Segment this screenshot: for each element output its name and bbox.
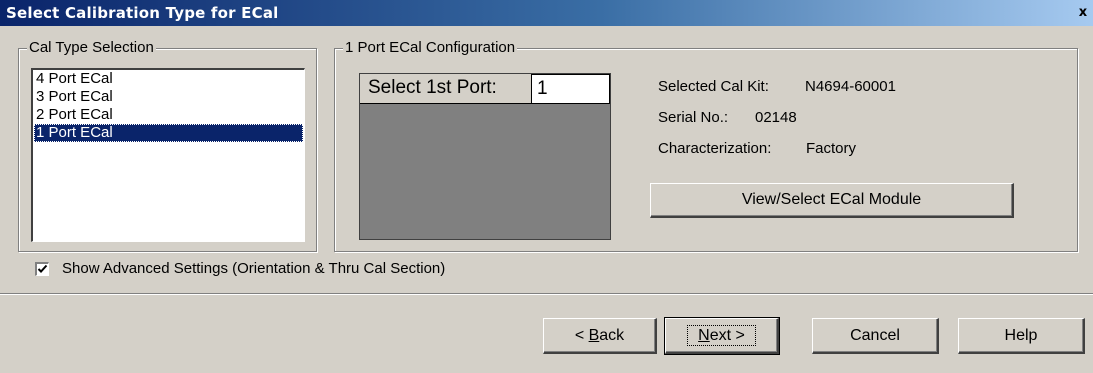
port-selection-panel: Select 1st Port: 1 bbox=[359, 73, 611, 240]
back-button-mnemonic: B bbox=[588, 327, 600, 344]
cal-type-group-legend: Cal Type Selection bbox=[27, 39, 156, 56]
title-bar: Select Calibration Type for ECal x bbox=[0, 0, 1093, 26]
serial-label: Serial No.: bbox=[658, 109, 729, 126]
cancel-button[interactable]: Cancel bbox=[812, 318, 939, 354]
separator-highlight bbox=[0, 294, 1093, 295]
back-button-prefix: < bbox=[574, 327, 589, 344]
serial-value: 02148 bbox=[755, 109, 797, 126]
list-item-1-port[interactable]: 1 Port ECal bbox=[34, 124, 303, 142]
cal-kit-value: N4694-60001 bbox=[805, 78, 896, 95]
help-button-label: Help bbox=[1004, 327, 1038, 344]
back-button[interactable]: < Back bbox=[543, 318, 657, 354]
list-item-3-port[interactable]: 3 Port ECal bbox=[34, 88, 303, 106]
list-item-2-port[interactable]: 2 Port ECal bbox=[34, 106, 303, 124]
show-advanced-label[interactable]: Show Advanced Settings (Orientation & Th… bbox=[62, 260, 445, 277]
select-port-label: Select 1st Port: bbox=[360, 74, 532, 104]
port-value-field[interactable]: 1 bbox=[532, 74, 610, 104]
back-button-rest: ack bbox=[599, 327, 625, 344]
characterization-value: Factory bbox=[806, 140, 857, 157]
next-button-mnemonic: N bbox=[698, 327, 710, 344]
next-button[interactable]: Next > bbox=[664, 317, 780, 355]
characterization-label: Characterization: bbox=[658, 140, 772, 157]
view-select-ecal-button[interactable]: View/Select ECal Module bbox=[650, 183, 1014, 218]
close-icon[interactable]: x bbox=[1075, 5, 1091, 21]
cancel-button-label: Cancel bbox=[850, 327, 900, 344]
window-title: Select Calibration Type for ECal bbox=[6, 4, 279, 22]
help-button[interactable]: Help bbox=[958, 318, 1085, 354]
cal-kit-label: Selected Cal Kit: bbox=[658, 78, 769, 95]
checkmark-icon bbox=[37, 264, 48, 273]
config-group-legend: 1 Port ECal Configuration bbox=[343, 39, 518, 56]
next-button-rest: ext > bbox=[709, 327, 745, 344]
cal-type-listbox[interactable]: 4 Port ECal 3 Port ECal 2 Port ECal 1 Po… bbox=[31, 68, 305, 242]
view-select-ecal-button-label: View/Select ECal Module bbox=[741, 191, 922, 208]
show-advanced-checkbox[interactable] bbox=[35, 262, 49, 276]
list-item-4-port[interactable]: 4 Port ECal bbox=[34, 70, 303, 88]
